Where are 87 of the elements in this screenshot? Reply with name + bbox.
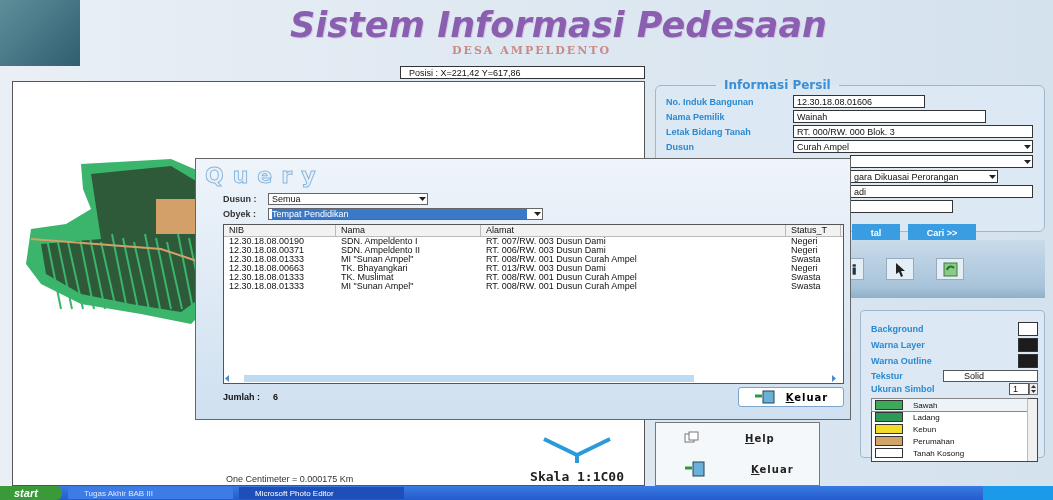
legend-item[interactable]: Tanah Kosong [872, 447, 1027, 459]
dropdown-arrow-icon[interactable] [988, 172, 997, 181]
color-swatch[interactable] [1018, 354, 1038, 368]
table-cell-text: RT. 007/RW. 003 Dusun Dami [485, 237, 607, 246]
dialog-title: Query [205, 163, 326, 190]
taskbar-button[interactable]: Microsoft Photo Editor [239, 487, 404, 499]
number-field[interactable]: 1 [1009, 382, 1029, 395]
table-cell-text: RT. 013/RW. 003 Dusun Dami [485, 264, 607, 273]
column-header[interactable]: Nama [336, 225, 481, 236]
panel-title: Informasi Persil [723, 78, 832, 92]
scroll-left-icon[interactable] [224, 375, 230, 382]
table-cell-text: TK. Muslimat [340, 273, 394, 282]
field-label: Nama Pemilik [666, 111, 726, 122]
table-cell-text: Negeri [790, 246, 818, 255]
table-cell-text: RT. 006/RW. 003 Dusun Dami [485, 246, 607, 255]
result-count: 6 [273, 392, 278, 402]
table-cell-text: 12.30.18.08.00190 [228, 237, 306, 246]
dropdown[interactable]: Semua [268, 192, 428, 205]
table-cell-text: 12.30.18.08.00663 [228, 264, 306, 273]
table-cell-text: SDN. Ampeldento I [340, 237, 419, 246]
color-swatch[interactable] [1018, 322, 1038, 336]
start-button[interactable]: start [0, 486, 62, 500]
setting-label: Warna Outline [871, 356, 933, 366]
table-cell-text: Swasta [790, 282, 822, 291]
table-cell-text: MI "Sunan Ampel" [340, 255, 415, 264]
dropdown[interactable]: Tempat Pendidikan [268, 207, 543, 220]
filter-label: Obyek : [223, 208, 257, 219]
table-cell-text: Swasta [790, 255, 822, 264]
scroll-right-icon[interactable] [831, 375, 837, 382]
table-cell-text: 12.30.18.08.00371 [228, 246, 306, 255]
taskbar-button[interactable]: Tugas Akhir BAB III [68, 487, 233, 499]
window-icon [684, 431, 700, 445]
scale-note: One Centimeter = 0.000175 Km [226, 474, 354, 484]
count-label: Jumlah : [223, 392, 261, 402]
scrollbar[interactable] [1027, 399, 1037, 461]
refresh-icon[interactable] [942, 261, 958, 277]
table-cell-text: 12.30.18.08.01333 [228, 282, 306, 291]
exit-door-icon [684, 461, 706, 477]
column-header[interactable]: NIB [224, 225, 336, 236]
setting-label: Warna Layer [871, 340, 926, 350]
color-swatch[interactable] [1018, 338, 1038, 352]
field-label: No. Induk Bangunan [666, 96, 755, 107]
field-label: Letak Bidang Tanah [666, 126, 752, 137]
dropdown-arrow-icon[interactable] [533, 209, 542, 218]
table-cell-text: RT. 008/RW. 001 Dusun Curah Ampel [485, 282, 638, 291]
table-cell-text: 12.30.18.08.01333 [228, 255, 306, 264]
scrollbar-thumb[interactable] [244, 375, 694, 382]
exit-door-icon [753, 390, 776, 404]
table-cell-text: Negeri [790, 264, 818, 273]
dropdown[interactable] [850, 155, 1033, 168]
menu-item[interactable]: Keluar [656, 461, 819, 477]
filter-label: Dusun : [223, 193, 258, 204]
table-cell-text: RT. 008/RW. 001 Dusun Curah Ampel [485, 255, 638, 264]
position-readout: Posisi : X=221,42 Y=617,86 [400, 66, 645, 79]
column-header[interactable]: Status_T [786, 225, 841, 236]
table-cell-text: 12.30.18.08.01333 [228, 273, 306, 282]
app-title: Sistem Informasi Pedesaan [290, 6, 827, 44]
dropdown[interactable]: Curah Ampel [793, 140, 1033, 153]
input-field[interactable]: Wainah [793, 110, 986, 123]
table-cell-text: SDN. Ampeldento II [340, 246, 422, 255]
dropdown[interactable]: Solid [943, 369, 1038, 382]
legend-item[interactable]: Kebun [872, 423, 1027, 435]
setting-label: Ukuran Simbol [871, 383, 936, 394]
exit-button[interactable]: Keluar [738, 387, 844, 407]
dropdown[interactable]: gara Dikuasai Perorangan [850, 170, 998, 183]
spinner-arrows-icon[interactable] [1029, 382, 1038, 395]
table-cell-text: Swasta [790, 273, 822, 282]
table-cell-text: Negeri [790, 237, 819, 246]
input-field[interactable]: adi [850, 185, 1033, 198]
table-cell-text: TK. Bhayangkari [340, 264, 408, 273]
input-field[interactable] [850, 200, 953, 213]
field-label: Dusun [666, 141, 695, 152]
column-header[interactable]: Alamat [481, 225, 786, 236]
menu-item[interactable]: Help [656, 431, 819, 445]
input-field[interactable]: RT. 000/RW. 000 Blok. 3 [793, 125, 1033, 138]
legend-item[interactable]: Sawah [872, 399, 1027, 411]
setting-label: Tekstur [871, 370, 904, 381]
setting-label: Background [871, 324, 925, 334]
system-tray [983, 486, 1053, 500]
legend-item[interactable]: Ladang [872, 411, 1027, 423]
app-subtitle: DESA AMPELDENTO [451, 44, 612, 57]
legend-item[interactable]: Perumahan [872, 435, 1027, 447]
input-field[interactable]: 12.30.18.08.01606 [793, 95, 925, 108]
table-cell-text: MI "Sunan Ampel" [340, 282, 415, 291]
dropdown-arrow-icon[interactable] [418, 194, 427, 203]
table-cell-text: RT. 008/RW. 001 Dusun Curah Ampel [485, 273, 638, 282]
map-scale: Skala 1:1C00 [530, 469, 624, 484]
